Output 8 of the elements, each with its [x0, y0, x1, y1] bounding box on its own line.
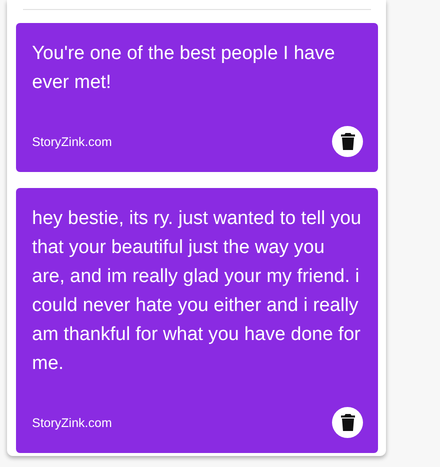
- delete-button[interactable]: [332, 126, 363, 157]
- trash-icon: [340, 414, 354, 431]
- trash-icon: [340, 133, 354, 150]
- delete-button[interactable]: [332, 407, 363, 438]
- message-text: hey bestie, its ry. just wanted to tell you that your beautiful just the way you are, and im really glad your my friend. i could never hate you either and i really am thankful for what you have done for me.: [32, 207, 362, 376]
- source-label: StoryZink.com: [32, 134, 112, 148]
- source-label: StoryZink.com: [32, 416, 112, 430]
- message-text: You're one of the best people I have ever met!: [32, 42, 336, 95]
